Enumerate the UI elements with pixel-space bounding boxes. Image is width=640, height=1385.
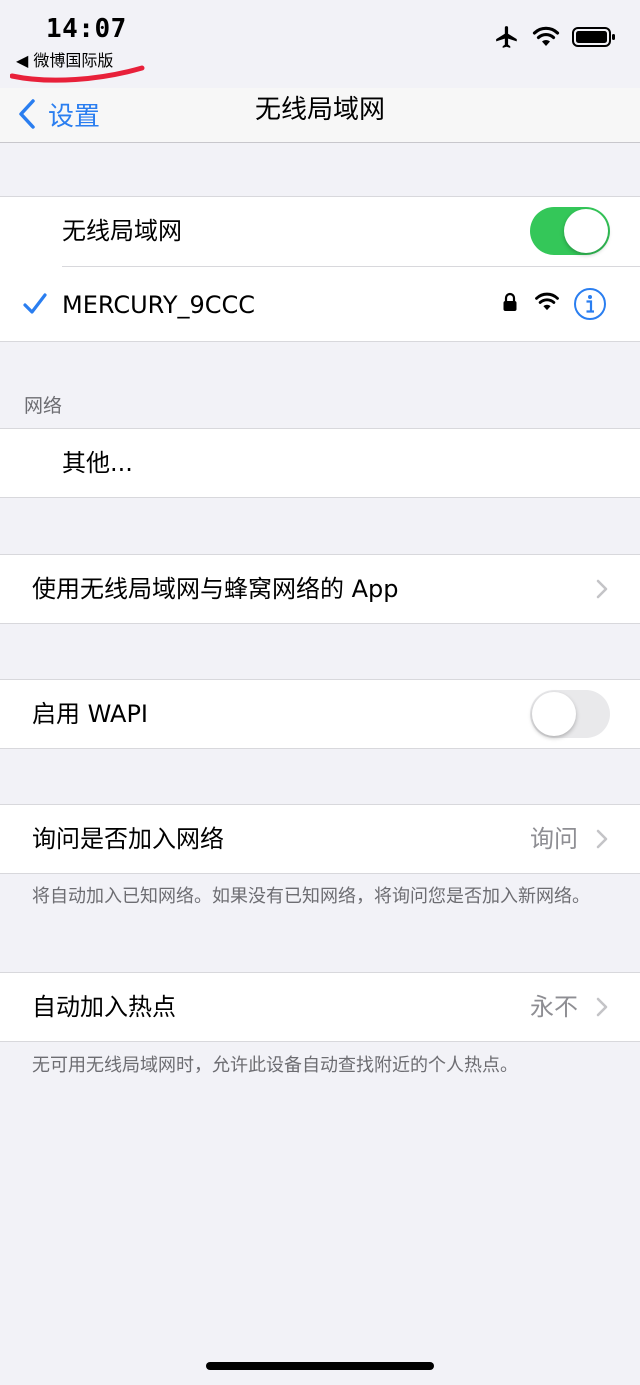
auto-join-hotspot-label: 自动加入热点 bbox=[32, 993, 176, 1021]
chevron-right-icon bbox=[596, 997, 608, 1017]
other-network-row[interactable]: 其他... bbox=[0, 429, 640, 497]
home-indicator[interactable] bbox=[206, 1362, 434, 1370]
ask-join-group: 询问是否加入网络 询问 bbox=[0, 804, 640, 874]
chevron-right-icon bbox=[596, 829, 608, 849]
toggle-knob bbox=[532, 692, 576, 736]
ask-join-row[interactable]: 询问是否加入网络 询问 bbox=[0, 805, 640, 873]
wifi-signal-icon bbox=[532, 26, 560, 46]
apps-using-wlan-row[interactable]: 使用无线局域网与蜂窝网络的 App bbox=[0, 555, 640, 623]
wifi-toggle[interactable] bbox=[530, 207, 610, 255]
status-icons bbox=[494, 24, 616, 50]
red-annotation-stroke bbox=[10, 65, 145, 83]
wifi-toggle-label: 无线局域网 bbox=[62, 217, 182, 245]
connected-network-row[interactable]: MERCURY_9CCC bbox=[0, 271, 640, 339]
ask-join-value: 询问 bbox=[530, 825, 578, 853]
apps-using-wlan-label: 使用无线局域网与蜂窝网络的 App bbox=[32, 575, 399, 603]
ask-join-footer: 将自动加入已知网络。如果没有已知网络，将询问您是否加入新网络。 bbox=[32, 886, 590, 907]
networks-group: 其他... bbox=[0, 428, 640, 498]
hotspot-footer: 无可用无线局域网时，允许此设备自动查找附近的个人热点。 bbox=[32, 1055, 518, 1076]
apps-group: 使用无线局域网与蜂窝网络的 App bbox=[0, 554, 640, 624]
page-title: 无线局域网 bbox=[254, 95, 385, 125]
wifi-strength-icon bbox=[535, 292, 559, 311]
chevron-right-icon bbox=[596, 579, 608, 599]
wapi-row: 启用 WAPI bbox=[0, 680, 640, 748]
wifi-group: 无线局域网 MERCURY_9CCC bbox=[0, 196, 640, 342]
auto-join-hotspot-value: 永不 bbox=[530, 993, 578, 1021]
ask-join-label: 询问是否加入网络 bbox=[32, 825, 224, 853]
checkmark-icon bbox=[23, 293, 47, 314]
wapi-group: 启用 WAPI bbox=[0, 679, 640, 749]
networks-section-header: 网络 bbox=[24, 395, 63, 417]
navigation-bar: 设置 无线局域网 bbox=[0, 88, 640, 143]
status-time: 14:07 bbox=[46, 14, 127, 44]
row-divider bbox=[62, 266, 640, 267]
connected-network-name: MERCURY_9CCC bbox=[62, 291, 256, 319]
wapi-toggle[interactable] bbox=[530, 690, 610, 738]
wapi-label: 启用 WAPI bbox=[32, 700, 149, 728]
info-icon[interactable] bbox=[573, 287, 607, 321]
airplane-icon bbox=[496, 26, 517, 48]
auto-join-hotspot-row[interactable]: 自动加入热点 永不 bbox=[0, 973, 640, 1041]
status-bar: 14:07 ◀ 微博国际版 bbox=[0, 0, 640, 90]
lock-icon bbox=[503, 292, 517, 311]
other-network-label: 其他... bbox=[62, 449, 133, 477]
toggle-knob bbox=[564, 209, 608, 253]
hotspot-group: 自动加入热点 永不 bbox=[0, 972, 640, 1042]
battery-icon bbox=[572, 27, 615, 47]
wifi-toggle-row: 无线局域网 bbox=[0, 197, 640, 265]
